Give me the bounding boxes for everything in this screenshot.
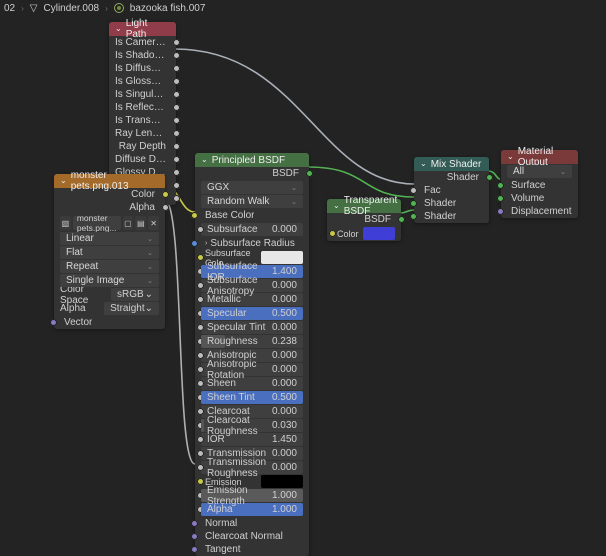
node-header[interactable]: ⌄ monster pets.png.013 bbox=[54, 174, 165, 188]
source-select[interactable]: Single Image⌄ bbox=[60, 274, 159, 287]
socket-fac-in[interactable]: Fac bbox=[414, 184, 489, 197]
node-title: Mix Shader bbox=[431, 159, 482, 170]
breadcrumb-sep: › bbox=[105, 4, 108, 13]
breadcrumb[interactable]: 02 › ▽ Cylinder.008 › bazooka fish.007 bbox=[0, 0, 606, 16]
breadcrumb-sep: › bbox=[21, 4, 24, 13]
alpha-mode-select[interactable]: Straight⌄ bbox=[104, 302, 159, 315]
node-title: Principled BSDF bbox=[212, 155, 285, 166]
color-space-row: Color Space sRGB⌄ bbox=[60, 288, 159, 301]
bsdf-subsurface[interactable]: Subsurface0.000 bbox=[201, 223, 303, 236]
bsdf-clearcoat-roughness[interactable]: Clearcoat Roughness0.030 bbox=[201, 419, 303, 432]
open-file-button[interactable]: ▤ bbox=[135, 216, 146, 230]
socket-alpha-out[interactable]: Alpha bbox=[54, 201, 165, 214]
node-header[interactable]: ⌄ Material Output bbox=[501, 150, 578, 164]
socket-shader-in-1[interactable]: Shader bbox=[414, 197, 489, 210]
breadcrumb-level-3[interactable]: bazooka fish.007 bbox=[130, 3, 206, 14]
collapse-icon[interactable]: ⌄ bbox=[115, 24, 122, 33]
collapse-icon[interactable]: ⌄ bbox=[333, 201, 340, 210]
color-input[interactable]: Color bbox=[333, 227, 395, 240]
node-principled-bsdf[interactable]: ⌄ Principled BSDF BSDF GGX⌄ Random Walk⌄… bbox=[195, 153, 309, 556]
socket-vector-in[interactable]: Vector bbox=[54, 316, 165, 329]
node-editor-canvas[interactable]: ⌄ Light Path Is Camera RayIs Shadow RayI… bbox=[0, 16, 606, 500]
bsdf-clearcoat-normal[interactable]: Clearcoat Normal bbox=[195, 530, 309, 543]
socket-bsdf-out[interactable]: BSDF bbox=[327, 213, 401, 226]
unlink-button[interactable]: ✕ bbox=[148, 216, 159, 230]
target-select[interactable]: All⌄ bbox=[507, 165, 572, 178]
bsdf-transmission-roughness[interactable]: Transmission Roughness0.000 bbox=[201, 461, 303, 474]
node-material-output[interactable]: ⌄ Material Output All⌄ Surface Volume Di… bbox=[501, 150, 578, 218]
bsdf-base-color[interactable]: Base Color bbox=[195, 209, 309, 222]
alpha-mode-row: Alpha Straight⌄ bbox=[60, 302, 159, 315]
socket-shader-out[interactable]: Shader bbox=[414, 171, 489, 184]
bsdf-anisotropic-rotation[interactable]: Anisotropic Rotation0.000 bbox=[201, 363, 303, 376]
socket-is-reflection-ray-out[interactable]: Is Reflection Ray bbox=[109, 101, 176, 114]
collapse-icon[interactable]: ⌄ bbox=[60, 176, 67, 185]
socket-volume-in[interactable]: Volume bbox=[501, 192, 578, 205]
breadcrumb-level-2[interactable]: Cylinder.008 bbox=[44, 3, 100, 14]
extension-select[interactable]: Repeat⌄ bbox=[60, 260, 159, 273]
socket-is-camera-ray-out[interactable]: Is Camera Ray bbox=[109, 36, 176, 49]
socket-ray-length-out[interactable]: Ray Length bbox=[109, 127, 176, 140]
mesh-icon: ▽ bbox=[30, 3, 38, 14]
socket-ray-depth-out[interactable]: Ray Depth bbox=[109, 140, 176, 153]
breadcrumb-level-1[interactable]: 02 bbox=[4, 3, 15, 14]
distribution-select[interactable]: GGX⌄ bbox=[201, 181, 303, 194]
node-transparent-bsdf[interactable]: ⌄ Transparent BSDF BSDF Color bbox=[327, 199, 401, 241]
socket-displacement-in[interactable]: Displacement bbox=[501, 205, 578, 218]
bsdf-specular[interactable]: Specular0.500 bbox=[201, 307, 303, 320]
color-space-select[interactable]: sRGB⌄ bbox=[111, 288, 159, 301]
bsdf-specular-tint[interactable]: Specular Tint0.000 bbox=[201, 321, 303, 334]
node-mix-shader[interactable]: ⌄ Mix Shader Shader Fac Shader Shader bbox=[414, 157, 489, 223]
socket-is-singular-ray-out[interactable]: Is Singular Ray bbox=[109, 88, 176, 101]
bsdf-roughness[interactable]: Roughness0.238 bbox=[201, 335, 303, 348]
users-count-button[interactable]: ▢ bbox=[123, 216, 134, 230]
node-header[interactable]: ⌄ Principled BSDF bbox=[195, 153, 309, 167]
projection-select[interactable]: Flat⌄ bbox=[60, 246, 159, 259]
socket-surface-in[interactable]: Surface bbox=[501, 179, 578, 192]
sss-method-select[interactable]: Random Walk⌄ bbox=[201, 195, 303, 208]
socket-shader-in-2[interactable]: Shader bbox=[414, 210, 489, 223]
socket-is-shadow-ray-out[interactable]: Is Shadow Ray bbox=[109, 49, 176, 62]
bsdf-subsurface-anisotropy[interactable]: Subsurface Anisotropy0.000 bbox=[201, 279, 303, 292]
node-image-texture[interactable]: ⌄ monster pets.png.013 Color Alpha ▧ mon… bbox=[54, 174, 165, 329]
bsdf-tangent[interactable]: Tangent bbox=[195, 543, 309, 556]
socket-is-glossy-ray-out[interactable]: Is Glossy Ray bbox=[109, 75, 176, 88]
collapse-icon[interactable]: ⌄ bbox=[201, 155, 208, 164]
socket-diffuse-depth-out[interactable]: Diffuse Depth bbox=[109, 153, 176, 166]
image-filename-field[interactable]: monster pets.png... bbox=[73, 216, 121, 230]
collapse-icon[interactable]: ⌄ bbox=[507, 152, 514, 161]
collapse-icon[interactable]: ⌄ bbox=[420, 159, 427, 168]
bsdf-sheen-tint[interactable]: Sheen Tint0.500 bbox=[201, 391, 303, 404]
node-header[interactable]: ⌄ Mix Shader bbox=[414, 157, 489, 171]
socket-is-transmission-ray-out[interactable]: Is Transmission Ray bbox=[109, 114, 176, 127]
interpolation-select[interactable]: Linear⌄ bbox=[60, 232, 159, 245]
material-icon bbox=[114, 3, 124, 13]
bsdf-emission-strength[interactable]: Emission Strength1.000 bbox=[201, 489, 303, 502]
socket-bsdf-out[interactable]: BSDF bbox=[195, 167, 309, 180]
image-browse-icon[interactable]: ▧ bbox=[60, 216, 71, 230]
bsdf-normal[interactable]: Normal bbox=[195, 517, 309, 530]
node-header[interactable]: ⌄ Transparent BSDF bbox=[327, 199, 401, 213]
node-header[interactable]: ⌄ Light Path bbox=[109, 22, 176, 36]
socket-is-diffuse-ray-out[interactable]: Is Diffuse Ray bbox=[109, 62, 176, 75]
socket-color-out[interactable]: Color bbox=[54, 188, 165, 201]
